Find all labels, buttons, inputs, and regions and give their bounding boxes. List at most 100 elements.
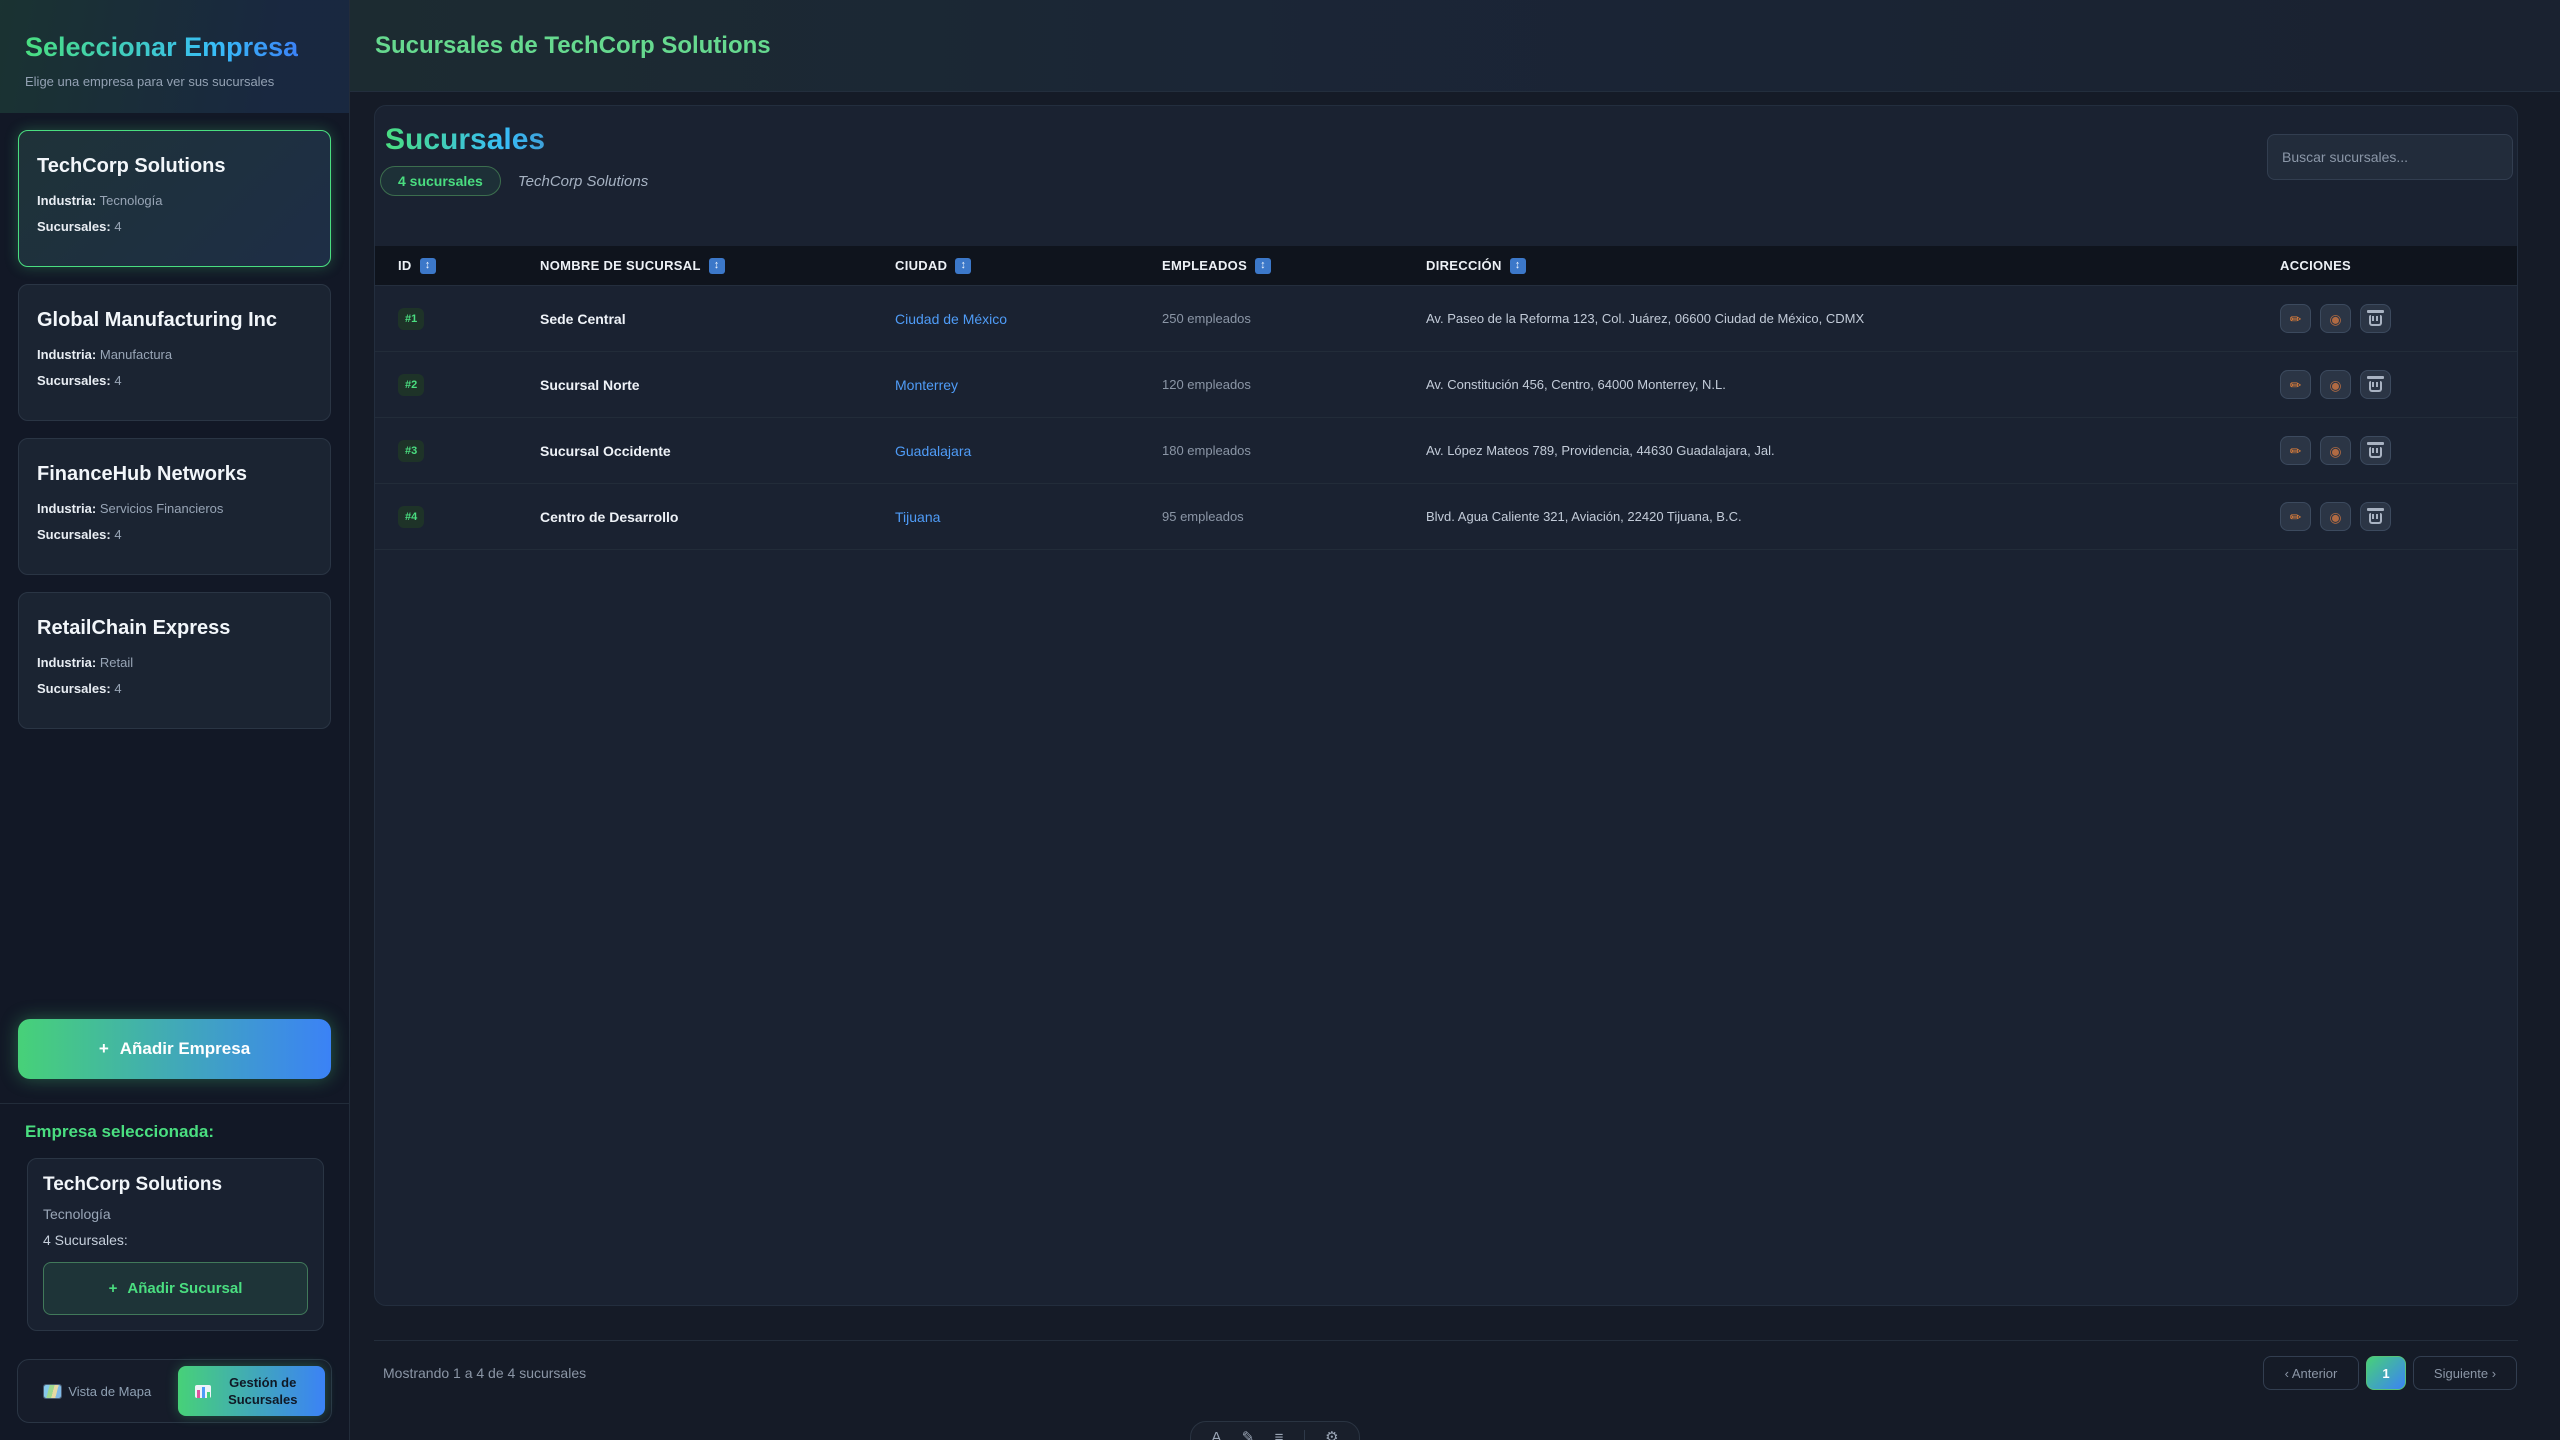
branches-table: ID↕ NOMBRE DE SUCURSAL ↕ CIUDAD ↕ EMPLEADO… [375,246,2517,550]
trash-icon [2369,447,2382,458]
company-card-financehub[interactable]: FinanceHub Networks Industria: Servicios… [18,438,331,575]
selected-company-card: TechCorp Solutions Tecnología 4 Sucursal… [27,1158,324,1331]
column-header-name[interactable]: NOMBRE DE SUCURSAL ↕ [540,258,895,274]
page-title: Sucursales de TechCorp Solutions [375,32,771,60]
city-link[interactable]: Monterrey [895,377,1162,393]
edit-button[interactable]: ✏ [2280,502,2311,531]
sort-icon: ↕ [955,258,971,274]
map-view-button[interactable]: Vista de Mapa [24,1366,172,1416]
sort-icon: ↕ [1510,258,1526,274]
trash-icon [2369,315,2382,326]
company-tag: TechCorp Solutions [518,173,648,190]
city-link[interactable]: Guadalajara [895,443,1162,459]
branch-count-badge: 4 sucursales [380,166,501,196]
add-branch-label: Añadir Sucursal [127,1280,242,1297]
column-header-id[interactable]: ID↕ [398,258,540,274]
row-id-badge: #4 [398,506,424,528]
delete-button[interactable] [2360,436,2391,465]
industry-value: Tecnología [100,193,163,208]
results-summary: Mostrando 1 a 4 de 4 sucursales [383,1365,586,1381]
sort-icon: ↕ [709,258,725,274]
add-company-label: Añadir Empresa [120,1039,250,1059]
company-card-retailchain[interactable]: RetailChain Express Industria: Retail Su… [18,592,331,729]
company-name: FinanceHub Networks [37,462,312,486]
column-label: NOMBRE DE SUCURSAL [540,258,701,273]
footer-divider [374,1340,2518,1341]
branch-address: Av. Paseo de la Reforma 123, Col. Juárez… [1426,311,2280,326]
company-industry-line: Industria: Servicios Financieros [37,499,312,518]
font-size-icon[interactable]: A [1211,1430,1221,1440]
pencil-icon: ✏ [2290,444,2302,458]
search-input[interactable] [2267,134,2513,180]
delete-button[interactable] [2360,502,2391,531]
branches-value: 4 [114,373,121,388]
industry-label: Industria: [37,347,96,362]
menu-lines-icon[interactable]: ≡ [1275,1430,1284,1440]
branch-name: Sucursal Norte [540,377,895,393]
employees-count: 120 empleados [1162,377,1426,392]
plus-icon: + [109,1280,118,1297]
row-id-badge: #3 [398,440,424,462]
industry-label: Industria: [37,193,96,208]
row-id-badge: #1 [398,308,424,330]
company-name: Global Manufacturing Inc [37,308,312,332]
view-button[interactable]: ◉ [2320,370,2351,399]
delete-button[interactable] [2360,304,2391,333]
table-header-row: ID↕ NOMBRE DE SUCURSAL ↕ CIUDAD ↕ EMPLEADO… [375,246,2517,286]
pen-icon[interactable]: ✎ [1242,1430,1255,1440]
edit-button[interactable]: ✏ [2280,370,2311,399]
app-root: Seleccionar Empresa Elige una empresa pa… [0,0,2560,1440]
industry-value: Retail [100,655,133,670]
branches-value: 4 [114,527,121,542]
trash-icon [2369,381,2382,392]
pencil-icon: ✏ [2290,312,2302,326]
branch-address: Blvd. Agua Caliente 321, Aviación, 22420… [1426,509,2280,524]
eye-icon: ◉ [2329,444,2341,458]
column-header-employees[interactable]: EMPLEADOS↕ [1162,258,1426,274]
sidebar: Seleccionar Empresa Elige una empresa pa… [0,0,350,1440]
column-header-address[interactable]: DIRECCIÓN↕ [1426,258,2280,274]
edit-button[interactable]: ✏ [2280,304,2311,333]
map-view-label: Vista de Mapa [68,1383,151,1400]
current-page-button[interactable]: 1 [2366,1356,2406,1390]
branches-label: Sucursales: [37,373,111,388]
column-header-actions: ACCIONES [2280,258,2517,273]
company-branches-line: Sucursales: 4 [37,217,312,236]
badge-row: 4 sucursales TechCorp Solutions [380,166,648,196]
branch-management-label: Gestión de Sucursales [218,1374,308,1408]
employees-count: 95 empleados [1162,509,1426,524]
eye-icon: ◉ [2329,378,2341,392]
previous-page-button[interactable]: ‹ Anterior [2263,1356,2359,1390]
sidebar-title: Seleccionar Empresa [25,32,298,62]
eye-icon: ◉ [2329,312,2341,326]
company-industry-line: Industria: Tecnología [37,191,312,210]
add-company-button[interactable]: + Añadir Empresa [18,1019,331,1079]
row-actions: ✏ ◉ [2280,304,2517,333]
city-link[interactable]: Tijuana [895,509,1162,525]
view-button[interactable]: ◉ [2320,436,2351,465]
employees-count: 180 empleados [1162,443,1426,458]
row-id-badge: #2 [398,374,424,396]
add-branch-button[interactable]: + Añadir Sucursal [43,1262,308,1315]
company-branches-line: Sucursales: 4 [37,679,312,698]
employees-count: 250 empleados [1162,311,1426,326]
company-card-techcorp[interactable]: TechCorp Solutions Industria: Tecnología… [18,130,331,267]
branches-label: Sucursales: [37,527,111,542]
industry-label: Industria: [37,655,96,670]
column-label: CIUDAD [895,258,947,273]
edit-button[interactable]: ✏ [2280,436,2311,465]
industry-value: Manufactura [100,347,172,362]
company-card-global-manufacturing[interactable]: Global Manufacturing Inc Industria: Manu… [18,284,331,421]
row-actions: ✏ ◉ [2280,502,2517,531]
branches-label: Sucursales: [37,219,111,234]
next-page-button[interactable]: Siguiente › [2413,1356,2517,1390]
view-button[interactable]: ◉ [2320,502,2351,531]
view-button[interactable]: ◉ [2320,304,2351,333]
sidebar-subtitle: Elige una empresa para ver sus sucursale… [25,74,324,89]
view-toggle: Vista de Mapa Gestión de Sucursales [17,1359,332,1423]
branch-management-button[interactable]: Gestión de Sucursales [178,1366,326,1416]
gear-icon[interactable]: ⚙ [1325,1430,1338,1440]
city-link[interactable]: Ciudad de México [895,311,1162,327]
column-header-city[interactable]: CIUDAD ↕ [895,258,1162,274]
delete-button[interactable] [2360,370,2391,399]
